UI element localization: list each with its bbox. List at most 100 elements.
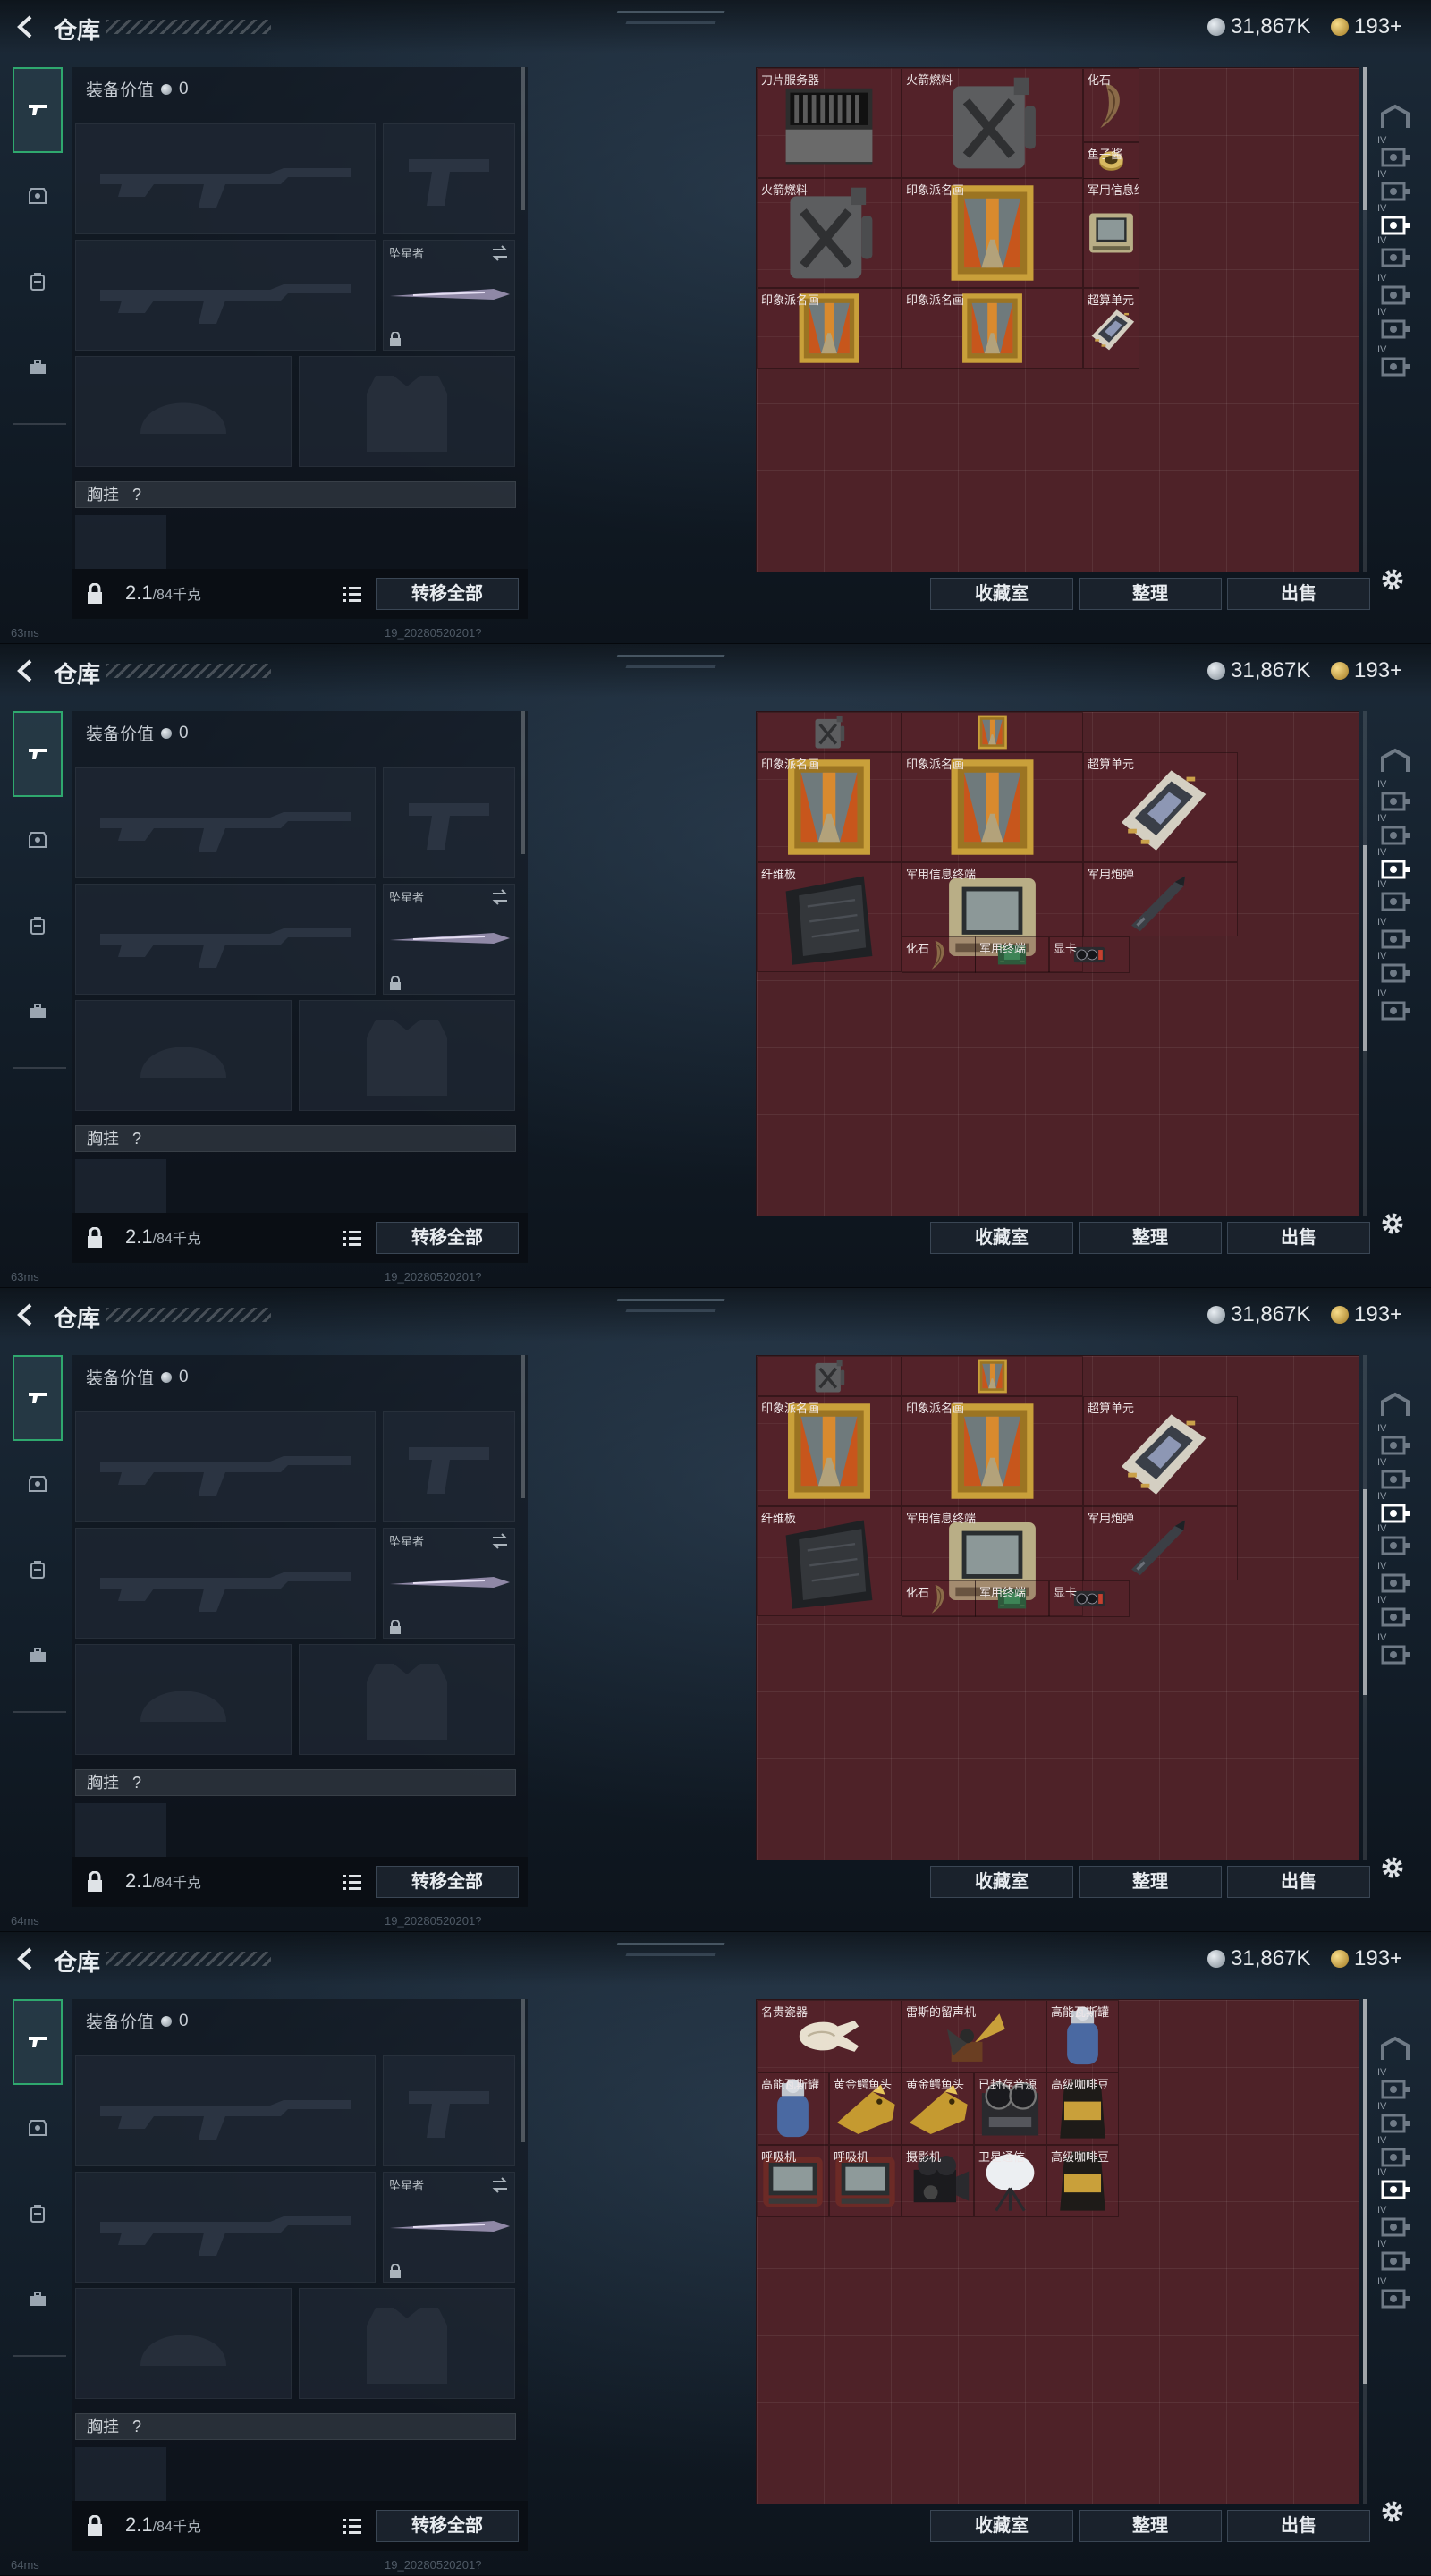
tab-weapons[interactable]: [13, 1999, 63, 2085]
storage-tab-icon[interactable]: [1379, 2074, 1411, 2103]
tab-armor[interactable]: [13, 1441, 63, 1527]
stash-item[interactable]: 火箭燃料: [757, 178, 902, 288]
sell-button[interactable]: 出售: [1227, 578, 1370, 610]
stash-item[interactable]: 纤维板: [757, 862, 902, 972]
swap-icon[interactable]: [491, 2176, 509, 2194]
tab-weapons[interactable]: [13, 1355, 63, 1441]
transfer-all-button[interactable]: 转移全部: [376, 1866, 519, 1898]
helmet-slot[interactable]: [75, 1644, 292, 1755]
stash-item[interactable]: 雷斯的留声机: [902, 2000, 1046, 2072]
sort-button[interactable]: 整理: [1079, 578, 1222, 610]
stash-item[interactable]: [902, 1356, 1083, 1396]
stash-item[interactable]: 印象派名画: [757, 288, 902, 369]
stash-item[interactable]: 呼吸机: [757, 2145, 829, 2217]
transfer-all-button[interactable]: 转移全部: [376, 578, 519, 610]
loadout-scrollbar[interactable]: [521, 67, 525, 210]
collection-button[interactable]: 收藏室: [930, 1222, 1073, 1254]
storage-tab-icon[interactable]: [1379, 958, 1411, 987]
tab-armor[interactable]: [13, 153, 63, 239]
chest-rig-slot[interactable]: [75, 515, 166, 569]
body-armor-slot[interactable]: [299, 356, 515, 467]
back-button[interactable]: [13, 657, 39, 684]
home-icon[interactable]: [1379, 2035, 1411, 2063]
sort-button[interactable]: 整理: [1079, 2510, 1222, 2542]
home-icon[interactable]: [1379, 1391, 1411, 1419]
stash-scroll-thumb[interactable]: [1363, 67, 1367, 210]
storage-tab-icon[interactable]: [1379, 996, 1411, 1024]
sell-button[interactable]: 出售: [1227, 2510, 1370, 2542]
sidearm-slot[interactable]: [383, 123, 515, 234]
sidearm-slot[interactable]: [383, 2055, 515, 2166]
gold-currency[interactable]: 193+: [1331, 13, 1402, 40]
chest-rig-slot[interactable]: [75, 1159, 166, 1213]
collection-button[interactable]: 收藏室: [930, 1866, 1073, 1898]
stash-item[interactable]: 卫星通信: [974, 2145, 1046, 2217]
storage-tab-icon[interactable]: [1379, 1430, 1411, 1459]
stash-scroll-thumb[interactable]: [1363, 845, 1367, 1051]
gold-currency[interactable]: 193+: [1331, 1301, 1402, 1328]
sidearm-slot[interactable]: [383, 1411, 515, 1522]
stash-item[interactable]: 军用炮弹: [1083, 862, 1238, 936]
stash-item[interactable]: 军用终端: [975, 1580, 1049, 1617]
storage-tab-icon[interactable]: [1379, 2174, 1411, 2203]
storage-tab-icon[interactable]: [1379, 176, 1411, 205]
stash-item[interactable]: 显卡: [1049, 1580, 1130, 1617]
primary-weapon-slot[interactable]: [75, 767, 376, 878]
stash-item[interactable]: 军用炮弹: [1083, 1506, 1238, 1580]
storage-tab-icon[interactable]: [1379, 2246, 1411, 2275]
stash-item[interactable]: 军用信息终端: [1083, 178, 1139, 288]
home-icon[interactable]: [1379, 103, 1411, 131]
stash-item[interactable]: 高能瓦斯罐: [1046, 2000, 1119, 2072]
melee-slot[interactable]: 坠星者: [383, 1528, 515, 1639]
primary-weapon-slot[interactable]: [75, 123, 376, 234]
secondary-weapon-slot[interactable]: [75, 2172, 376, 2283]
back-button[interactable]: [13, 1945, 39, 1972]
melee-slot[interactable]: 坠星者: [383, 240, 515, 351]
primary-weapon-slot[interactable]: [75, 2055, 376, 2166]
stash-item[interactable]: 印象派名画: [902, 288, 1083, 369]
storage-tab-icon[interactable]: [1379, 1464, 1411, 1493]
gear-icon[interactable]: [1379, 566, 1406, 593]
tab-backpack[interactable]: [13, 1527, 63, 1613]
chest-rig-help[interactable]: ?: [132, 2418, 141, 2436]
stash-item[interactable]: 呼吸机: [829, 2145, 902, 2217]
stash-item[interactable]: 名贵瓷器: [757, 2000, 902, 2072]
storage-tab-icon[interactable]: [1379, 1602, 1411, 1631]
list-icon[interactable]: [342, 1228, 363, 1248]
secondary-weapon-slot[interactable]: [75, 884, 376, 995]
back-button[interactable]: [13, 1301, 39, 1328]
sidearm-slot[interactable]: [383, 767, 515, 878]
storage-tab-icon[interactable]: [1379, 820, 1411, 849]
primary-weapon-slot[interactable]: [75, 1411, 376, 1522]
swap-icon[interactable]: [491, 1532, 509, 1550]
tab-armor[interactable]: [13, 2085, 63, 2171]
stash-item[interactable]: 黄金鳄鱼头: [902, 2072, 974, 2145]
sort-button[interactable]: 整理: [1079, 1222, 1222, 1254]
stash-item[interactable]: 摄影机: [902, 2145, 974, 2217]
body-armor-slot[interactable]: [299, 1644, 515, 1755]
chest-rig-slot[interactable]: [75, 1803, 166, 1857]
chest-rig-header[interactable]: 胸挂 ?: [75, 2413, 516, 2440]
back-button[interactable]: [13, 13, 39, 40]
tab-backpack[interactable]: [13, 883, 63, 969]
list-icon[interactable]: [342, 1872, 363, 1892]
stash-scroll-thumb[interactable]: [1363, 1999, 1367, 2384]
stash-item[interactable]: 超算单元: [1083, 1396, 1238, 1506]
stash-item[interactable]: 鱼子酱: [1083, 142, 1139, 179]
helmet-slot[interactable]: [75, 356, 292, 467]
stash-item[interactable]: [902, 712, 1083, 752]
tab-backpack[interactable]: [13, 239, 63, 325]
tab-case[interactable]: [13, 969, 63, 1055]
gear-icon[interactable]: [1379, 1854, 1406, 1881]
stash-item[interactable]: [757, 1356, 902, 1396]
chest-rig-help[interactable]: ?: [132, 486, 141, 504]
stash-item[interactable]: 超算单元: [1083, 288, 1139, 369]
chest-rig-header[interactable]: 胸挂 ?: [75, 1769, 516, 1796]
stash-item[interactable]: 黄金鳄鱼头: [829, 2072, 902, 2145]
stash-item[interactable]: [757, 712, 902, 752]
body-armor-slot[interactable]: [299, 2288, 515, 2399]
storage-tab-icon[interactable]: [1379, 280, 1411, 309]
stash-item[interactable]: 军用终端: [975, 936, 1049, 973]
loadout-scrollbar[interactable]: [521, 1355, 525, 1498]
stash-item[interactable]: 已封存音源: [974, 2072, 1046, 2145]
